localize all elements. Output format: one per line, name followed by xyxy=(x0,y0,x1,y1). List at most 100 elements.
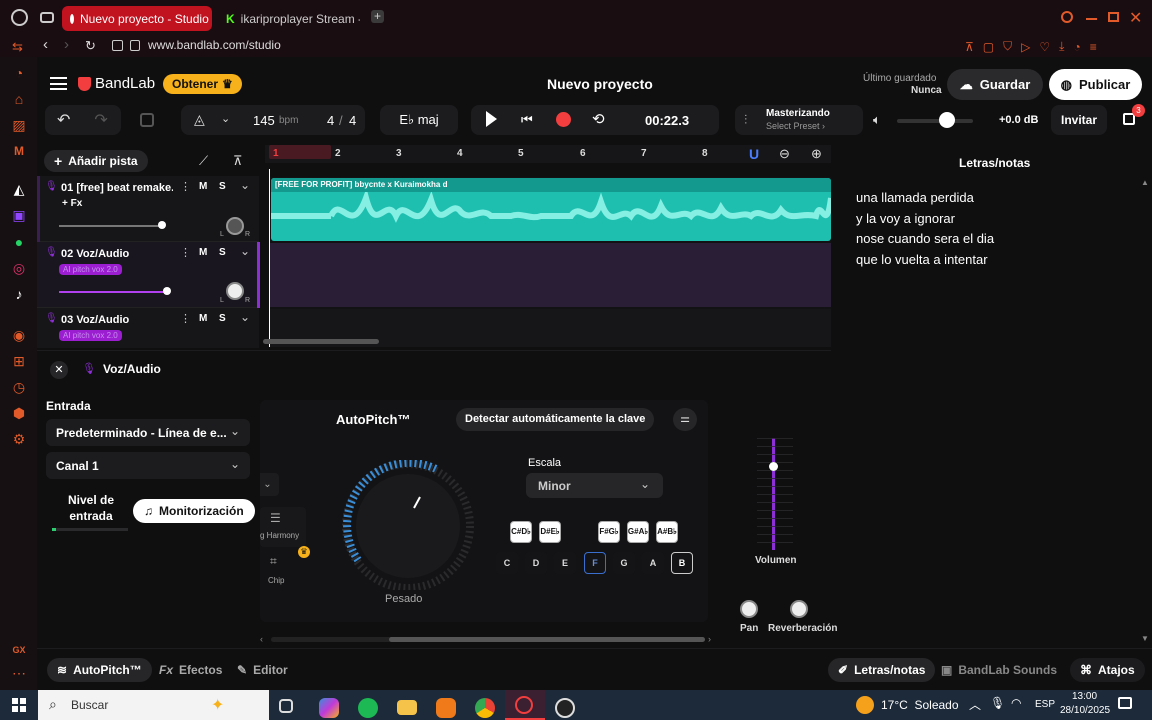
track-row[interactable]: 🎙︎ 02 Voz/Audio ⋮ M S ⌄ AI pitch vox 2.0… xyxy=(37,242,259,308)
fx-button[interactable]: + Fx xyxy=(62,198,82,209)
undo-icon[interactable]: ↶ xyxy=(57,110,70,130)
key-a-sharp[interactable]: A# B♭ xyxy=(656,521,678,543)
key-g[interactable]: G xyxy=(613,552,635,574)
snapshot-icon[interactable]: ▢ xyxy=(983,40,994,54)
track-row[interactable]: 🎙︎ 01 [free] beat remake... ⋮ M S ⌄ + Fx… xyxy=(37,176,259,242)
twitch-icon[interactable]: ▣ xyxy=(11,207,27,223)
tiktok-icon[interactable]: ♪ xyxy=(11,286,27,302)
opera-gx-taskbar[interactable] xyxy=(505,690,545,720)
scroll-right-icon[interactable]: › xyxy=(708,634,711,644)
track-volume-slider[interactable] xyxy=(59,291,167,293)
taskbar-search[interactable]: ⌕ Buscar ✦ xyxy=(38,690,269,720)
track-expand-icon[interactable]: ⌄ xyxy=(240,244,250,258)
channel-select[interactable]: Canal 1 ⌄ xyxy=(46,452,250,479)
sidebar-toggle-icon[interactable]: ⇆ xyxy=(12,39,23,55)
spotify-icon[interactable] xyxy=(358,698,378,718)
chrome-icon[interactable] xyxy=(475,698,495,718)
track-options-icon[interactable]: ⋮ xyxy=(180,246,191,259)
scroll-up-icon[interactable]: ▲ xyxy=(1141,178,1149,187)
master-volume-track[interactable] xyxy=(897,119,973,123)
effect-badge[interactable]: AI pitch vox 2.0 xyxy=(59,264,122,275)
solo-button[interactable]: S xyxy=(219,313,226,324)
key-f[interactable]: F xyxy=(584,552,606,574)
task-view-icon[interactable] xyxy=(279,699,293,713)
history-icon[interactable]: ◷ xyxy=(11,379,27,395)
whatsapp-icon[interactable]: ● xyxy=(11,234,27,250)
metronome-dropdown-icon[interactable]: ⌄ xyxy=(221,112,230,125)
mute-button[interactable]: M xyxy=(199,313,207,324)
new-tab-icon[interactable]: + xyxy=(371,10,384,23)
key-f-sharp[interactable]: F# G♭ xyxy=(598,521,620,543)
collapse-tracks-icon[interactable]: ⊼ xyxy=(233,153,243,169)
copilot-icon[interactable] xyxy=(319,698,339,718)
clock-date[interactable]: 28/10/2025 xyxy=(1060,705,1110,716)
timeline-scrollbar[interactable] xyxy=(263,339,379,344)
obs-icon[interactable] xyxy=(555,698,575,718)
track-expand-icon[interactable]: ⌄ xyxy=(240,178,250,192)
gx-m-icon[interactable]: M xyxy=(11,143,27,159)
language-indicator[interactable]: ESP xyxy=(1035,699,1055,710)
heart-icon[interactable]: ♡ xyxy=(1039,40,1050,54)
key-g-sharp[interactable]: G# A♭ xyxy=(627,521,649,543)
scale-select[interactable]: Minor ⌄ xyxy=(526,473,663,498)
lyrics-text[interactable]: una llamada perdida y la voy a ignorar n… xyxy=(856,188,994,270)
save-button[interactable]: ☁ Guardar xyxy=(947,69,1043,100)
play-icon[interactable]: ▷ xyxy=(1021,40,1030,54)
pitch-correction-dial[interactable] xyxy=(338,460,478,590)
rewind-icon[interactable]: ⏮ xyxy=(521,112,533,128)
timeline-ruler[interactable]: 1 2 3 4 5 6 7 8 U ⊖ ⊕ xyxy=(265,145,831,163)
windows-start-icon[interactable] xyxy=(12,698,26,712)
search-tabs-icon[interactable] xyxy=(1061,11,1073,23)
tab-studio[interactable]: Nuevo proyecto - Studio xyxy=(62,6,212,31)
time-sig-num[interactable]: 4 xyxy=(327,113,334,128)
track-expand-icon[interactable]: ⌄ xyxy=(240,310,250,324)
key-e[interactable]: E xyxy=(554,552,576,574)
lane-2[interactable] xyxy=(269,243,831,307)
track-lanes[interactable]: [FREE FOR PROFIT] bbycnte x Kuraimokha d xyxy=(269,177,831,347)
track-volume-slider[interactable] xyxy=(59,225,163,227)
notifications-icon[interactable] xyxy=(1118,697,1132,709)
tab-editor[interactable]: ✎ Editor xyxy=(227,658,298,682)
reverb-knob[interactable] xyxy=(790,600,808,618)
clock-time[interactable]: 13:00 xyxy=(1072,691,1097,702)
instagram-icon[interactable]: ◎ xyxy=(11,260,27,276)
key-a[interactable]: A xyxy=(642,552,664,574)
maximize-icon[interactable] xyxy=(1108,12,1119,22)
effect-badge[interactable]: AI pitch vox 2.0 xyxy=(59,330,122,341)
publish-button[interactable]: ◍ Publicar xyxy=(1049,69,1142,100)
key-button[interactable]: E♭ maj xyxy=(380,105,458,135)
tab-lyrics[interactable]: ✐ Letras/notas xyxy=(828,658,936,682)
detect-key-button[interactable]: Detectar automáticamente la clave xyxy=(456,408,655,431)
audio-clip[interactable]: [FREE FOR PROFIT] bbycnte x Kuraimokha d xyxy=(271,178,831,241)
gx-cleaner-icon[interactable]: ▨ xyxy=(11,117,27,133)
shield-icon[interactable]: ⛉ xyxy=(1003,39,1012,54)
pan-knob[interactable] xyxy=(226,282,244,300)
forward-icon[interactable]: › xyxy=(64,36,69,53)
close-window-icon[interactable]: ✕ xyxy=(1129,8,1142,28)
addons-icon[interactable]: ⬢ xyxy=(11,405,27,421)
tray-mic-icon[interactable]: 🎙︎ xyxy=(990,696,1005,710)
tray-network-icon[interactable]: ◠ xyxy=(1011,696,1021,710)
play-icon[interactable] xyxy=(486,111,497,127)
master-volume-knob[interactable] xyxy=(939,112,955,128)
gx-corner-icon[interactable]: ⌂ xyxy=(11,91,27,107)
tab-autopitch[interactable]: ≋ AutoPitch™ xyxy=(47,658,152,682)
tab-shortcuts[interactable]: ⌘ Atajos xyxy=(1070,658,1145,682)
mastering-button[interactable]: ⫶ Masterizando Select Preset › xyxy=(735,105,863,135)
site-info-icon[interactable] xyxy=(112,40,123,51)
settings-sliders-icon[interactable]: ⚌ xyxy=(673,408,697,431)
magnet-icon[interactable]: U xyxy=(749,146,759,162)
menu-icon[interactable]: ≡ xyxy=(1090,40,1097,54)
preset-dropdown-stub[interactable]: ⌄ xyxy=(260,473,279,496)
zoom-in-icon[interactable]: ⊕ xyxy=(811,146,822,162)
track-volume-thumb[interactable] xyxy=(158,221,166,229)
monitoring-button[interactable]: ♫ Monitorización xyxy=(133,499,255,523)
playhead[interactable] xyxy=(269,169,270,347)
preset-chip[interactable]: ⌗ Chip xyxy=(260,550,306,590)
panel-scrollbar[interactable] xyxy=(271,637,705,642)
add-track-button[interactable]: + Añadir pista xyxy=(44,150,148,172)
close-panel-icon[interactable]: ✕ xyxy=(50,361,68,379)
obtener-button[interactable]: Obtener ♛ xyxy=(163,74,242,94)
key-d[interactable]: D xyxy=(525,552,547,574)
solo-button[interactable]: S xyxy=(219,181,226,192)
